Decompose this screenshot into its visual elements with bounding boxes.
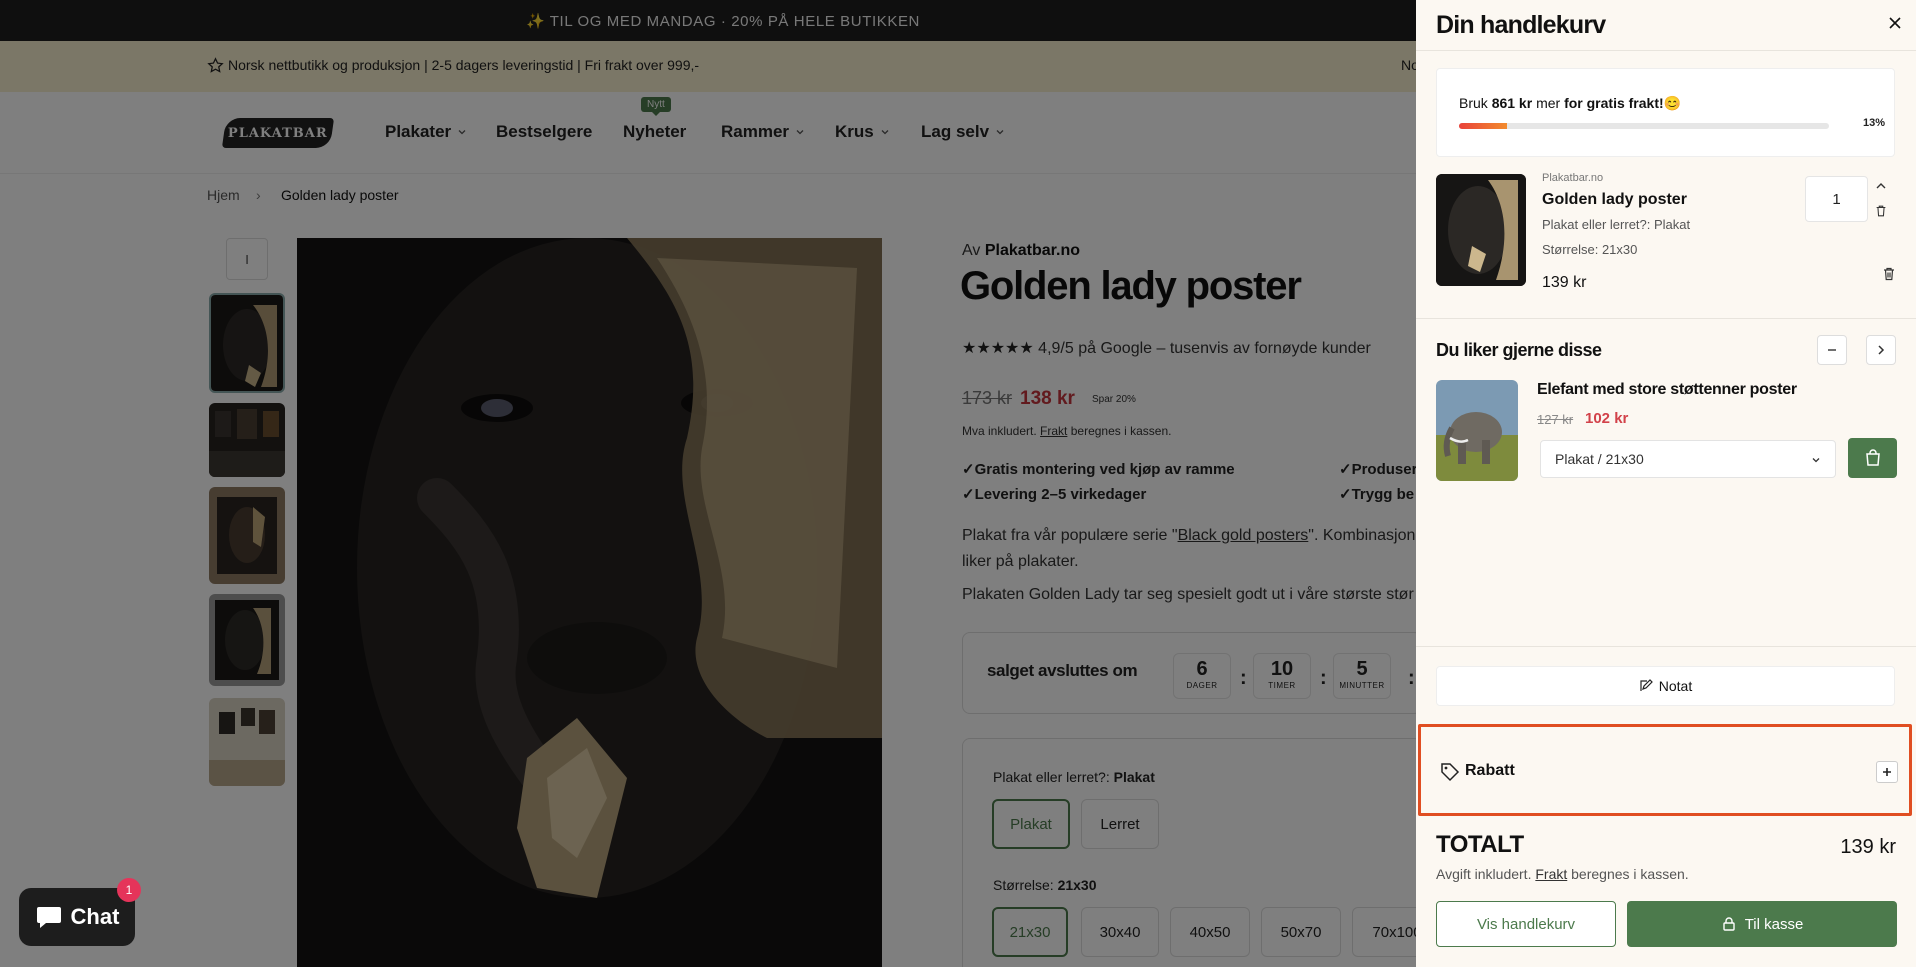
upsell-price-compare: 127 kr <box>1537 412 1574 427</box>
fs-amount: 861 kr <box>1491 95 1533 111</box>
discount-section[interactable]: Rabatt <box>1418 724 1912 816</box>
upsell-next-button[interactable] <box>1866 335 1896 365</box>
divider <box>1416 50 1916 51</box>
cart-item-price: 139 kr <box>1542 274 1587 291</box>
chat-bubble-icon <box>36 907 61 928</box>
cart-title: Din handlekurv <box>1436 11 1606 39</box>
divider <box>1416 318 1916 319</box>
upsell-title: Du liker gjerne disse <box>1436 340 1602 360</box>
divider <box>1416 646 1916 647</box>
cart-drawer: Din handlekurv Bruk 861 kr mer for grati… <box>1416 0 1916 967</box>
shopping-bag-icon <box>1865 449 1880 466</box>
chevron-right-icon <box>1878 345 1885 355</box>
upsell-price-sale: 102 kr <box>1585 410 1629 427</box>
chat-unread-badge: 1 <box>117 878 141 902</box>
chat-button[interactable]: Chat <box>19 888 135 946</box>
total-note: Avgift inkludert. Frakt beregnes i kasse… <box>1436 866 1689 882</box>
cart-item-name[interactable]: Golden lady poster <box>1542 191 1687 209</box>
free-shipping-text: Bruk 861 kr mer for gratis frakt!😊 <box>1459 95 1681 112</box>
plus-icon <box>1883 768 1891 776</box>
elephant-thumb <box>1436 380 1518 481</box>
chat-label: Chat <box>70 904 120 929</box>
cart-item-option: Størrelse: 21x30 <box>1542 242 1638 257</box>
discount-label: Rabatt <box>1465 762 1515 779</box>
cart-item-vendor: Plakatbar.no <box>1542 172 1604 184</box>
chevron-down-icon <box>1812 458 1820 463</box>
total-value: 139 kr <box>1840 836 1896 858</box>
discount-expand-button[interactable] <box>1876 761 1898 783</box>
fs-prefix: Bruk <box>1459 95 1488 111</box>
minus-icon <box>1828 349 1836 351</box>
tag-icon <box>1441 763 1460 782</box>
trash-icon[interactable] <box>1874 204 1888 218</box>
checkout-label: Til kasse <box>1744 915 1804 933</box>
upsell-prev-button[interactable] <box>1817 335 1847 365</box>
edit-icon <box>1640 679 1653 691</box>
drawer-backdrop[interactable] <box>0 0 1416 967</box>
trash-icon[interactable] <box>1881 266 1897 282</box>
upsell-image[interactable] <box>1436 380 1518 481</box>
note-prefix: Avgift inkludert. <box>1436 866 1532 882</box>
quantity-input[interactable]: 1 <box>1805 176 1868 222</box>
page: ✨ TIL OG MED MANDAG · 20% PÅ HELE BUTIKK… <box>0 0 1916 967</box>
close-icon[interactable] <box>1886 14 1904 32</box>
free-shipping-progress <box>1459 123 1829 129</box>
variant-value: Plakat / 21x30 <box>1555 451 1644 467</box>
upsell-add-button[interactable] <box>1848 438 1897 478</box>
total-label: TOTALT <box>1436 831 1524 858</box>
cart-item-image[interactable] <box>1436 174 1526 286</box>
progress-fill <box>1459 123 1508 129</box>
item-thumb <box>1436 174 1526 286</box>
upsell-variant-select[interactable]: Plakat / 21x30 <box>1540 440 1836 478</box>
note-suffix: beregnes i kassen. <box>1571 866 1689 882</box>
free-shipping-box: Bruk 861 kr mer for gratis frakt!😊 13% <box>1436 68 1895 157</box>
shipping-link[interactable]: Frakt <box>1535 866 1567 882</box>
chevron-up-icon[interactable] <box>1874 179 1888 193</box>
fs-middle: mer <box>1536 95 1561 111</box>
cart-item-option: Plakat eller lerret?: Plakat <box>1542 217 1691 232</box>
view-cart-button[interactable]: Vis handlekurv <box>1436 901 1616 947</box>
progress-percent: 13% <box>1863 117 1886 129</box>
smile-icon: 😊 <box>1663 95 1682 111</box>
checkout-button[interactable]: Til kasse <box>1627 901 1897 947</box>
upsell-name[interactable]: Elefant med store støttenner poster <box>1537 381 1797 399</box>
note-label: Notat <box>1658 678 1693 694</box>
lock-icon <box>1722 917 1735 931</box>
note-button[interactable]: Notat <box>1436 666 1895 706</box>
fs-bold: for gratis frakt! <box>1564 95 1664 111</box>
